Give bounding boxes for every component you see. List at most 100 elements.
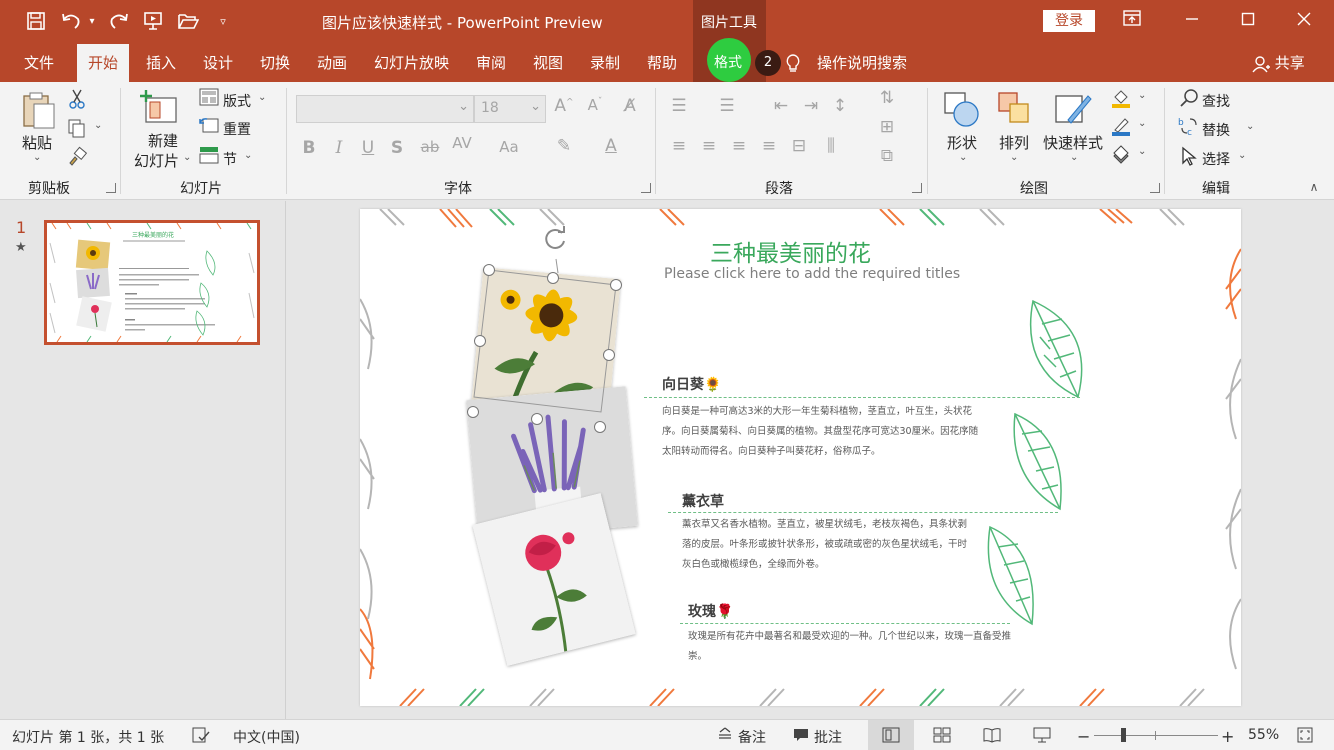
font-size-combo[interactable]: 18 ⌄ — [474, 95, 546, 123]
numbering-icon[interactable]: ☰ — [716, 96, 738, 116]
shapes-icon[interactable] — [942, 90, 982, 128]
zoom-in-icon[interactable]: + — [1221, 727, 1234, 746]
format-painter-icon[interactable] — [66, 146, 88, 171]
font-launcher-icon[interactable] — [641, 183, 651, 193]
tab-file[interactable]: 文件 — [24, 44, 54, 82]
justify-icon[interactable]: ≡ — [758, 136, 780, 156]
arrange-label[interactable]: 排列 — [999, 132, 1029, 153]
strikethrough-icon[interactable]: ab — [418, 138, 442, 156]
layout-icon[interactable] — [198, 88, 220, 111]
arrange-icon[interactable] — [996, 90, 1034, 128]
section-dropdown-icon[interactable]: ⌄ — [244, 150, 252, 161]
language-indicator[interactable]: 中文(中国) — [233, 727, 300, 747]
slide-sorter-icon[interactable] — [933, 727, 951, 747]
replace-icon[interactable]: bc — [1178, 116, 1200, 141]
minimize-icon[interactable] — [1180, 10, 1204, 32]
section-body-lavender[interactable]: 薰衣草又名香水植物。茎直立，被星状绒毛，老枝灰褐色，具条状剥落的皮层。叶条形或披… — [682, 515, 972, 575]
replace-button[interactable]: 替换 — [1202, 120, 1230, 140]
bold-icon[interactable]: B — [300, 138, 318, 158]
tell-me-search[interactable]: 操作说明搜索 — [817, 44, 907, 82]
notes-button[interactable]: 备注 — [738, 727, 766, 747]
copy-icon[interactable] — [66, 118, 88, 143]
notes-icon[interactable] — [718, 727, 732, 745]
rotate-handle-icon[interactable] — [540, 223, 570, 253]
decrease-font-size-icon[interactable]: Aˇ — [584, 96, 606, 114]
copy-dropdown-icon[interactable]: ⌄ — [94, 120, 102, 131]
login-button[interactable]: 登录 — [1043, 10, 1095, 32]
drawing-launcher-icon[interactable] — [1150, 183, 1160, 193]
cut-scissors-icon[interactable] — [66, 88, 88, 115]
maximize-icon[interactable] — [1236, 10, 1260, 32]
paste-dropdown-icon[interactable]: ⌄ — [33, 152, 41, 163]
layout-dropdown-icon[interactable]: ⌄ — [258, 92, 266, 103]
new-slide-dropdown-icon[interactable]: ⌄ — [183, 152, 191, 163]
new-slide-label-2[interactable]: 幻灯片 — [134, 150, 179, 171]
shape-effects-dropdown-icon[interactable]: ⌄ — [1138, 146, 1146, 157]
select-cursor-icon[interactable] — [1178, 146, 1200, 171]
slideshow-view-icon[interactable] — [1033, 727, 1051, 747]
paste-label[interactable]: 粘贴 — [22, 132, 52, 153]
clear-formatting-icon[interactable]: A̸ — [618, 96, 642, 116]
tab-design[interactable]: 设计 — [203, 44, 233, 82]
underline-icon[interactable]: U — [359, 138, 377, 158]
tab-transitions[interactable]: 切换 — [260, 44, 290, 82]
shape-fill-dropdown-icon[interactable]: ⌄ — [1138, 90, 1146, 101]
distributed-icon[interactable]: ⊟ — [788, 136, 810, 156]
section-heading-rose[interactable]: 玫瑰🌹 — [688, 601, 733, 621]
resize-handle[interactable] — [467, 406, 479, 418]
paragraph-launcher-icon[interactable] — [912, 183, 922, 193]
line-spacing-icon[interactable]: ↕ — [829, 96, 851, 116]
tab-home[interactable]: 开始 — [77, 44, 130, 82]
increase-font-size-icon[interactable]: A^ — [553, 96, 575, 116]
undo-dropdown-icon[interactable]: ▾ — [86, 8, 98, 34]
comments-icon[interactable] — [793, 727, 809, 747]
decrease-indent-icon[interactable]: ⇤ — [770, 96, 792, 116]
share-button[interactable]: 共享 — [1252, 44, 1305, 82]
layout-button[interactable]: 版式 — [223, 91, 251, 111]
slide-subtitle[interactable]: Please click here to add the required ti… — [664, 266, 960, 282]
align-center-icon[interactable]: ≡ — [698, 136, 720, 156]
bullets-icon[interactable]: ☰ — [668, 96, 690, 116]
tab-review[interactable]: 审阅 — [476, 44, 506, 82]
ribbon-display-options-icon[interactable] — [1120, 10, 1144, 32]
section-icon[interactable] — [198, 146, 220, 169]
font-name-combo[interactable]: ⌄ — [296, 95, 474, 123]
collapse-ribbon-icon[interactable]: ∧ — [1306, 180, 1322, 194]
section-heading-sunflower[interactable]: 向日葵🌻 — [662, 374, 721, 394]
align-right-icon[interactable]: ≡ — [728, 136, 750, 156]
find-button[interactable]: 查找 — [1202, 91, 1230, 111]
save-icon[interactable] — [24, 8, 48, 34]
tab-animations[interactable]: 动画 — [317, 44, 347, 82]
text-shadow-icon[interactable]: S — [388, 138, 406, 158]
section-button[interactable]: 节 — [223, 149, 237, 169]
shapes-dropdown-icon[interactable]: ⌄ — [959, 152, 967, 163]
columns-icon[interactable]: ⫼ — [820, 136, 842, 156]
zoom-out-icon[interactable]: − — [1077, 727, 1090, 746]
select-dropdown-icon[interactable]: ⌄ — [1238, 150, 1246, 161]
resize-handle[interactable] — [610, 279, 622, 291]
shape-outline-icon[interactable] — [1110, 116, 1132, 141]
select-button[interactable]: 选择 — [1202, 149, 1230, 169]
shape-outline-dropdown-icon[interactable]: ⌄ — [1138, 118, 1146, 129]
replace-dropdown-icon[interactable]: ⌄ — [1246, 121, 1254, 132]
find-icon[interactable] — [1178, 88, 1200, 113]
shapes-label[interactable]: 形状 — [947, 132, 977, 153]
normal-view-icon[interactable] — [868, 720, 914, 750]
new-slide-label[interactable]: 新建 — [148, 130, 178, 151]
font-color-icon[interactable]: A — [600, 136, 622, 156]
present-from-beginning-icon[interactable] — [141, 8, 165, 34]
paste-clipboard-icon[interactable] — [18, 90, 58, 130]
resize-handle[interactable] — [547, 272, 559, 284]
resize-handle[interactable] — [531, 413, 543, 425]
open-folder-icon[interactable] — [176, 8, 200, 34]
slide-canvas[interactable]: 三种最美丽的花 Please click here to add the req… — [360, 209, 1241, 706]
shape-fill-icon[interactable] — [1110, 88, 1132, 113]
zoom-slider-thumb[interactable] — [1121, 728, 1126, 742]
accessibility-icon[interactable] — [192, 727, 210, 747]
customize-qat-icon[interactable]: ▿ — [215, 8, 231, 34]
quick-styles-dropdown-icon[interactable]: ⌄ — [1070, 152, 1078, 163]
resize-handle[interactable] — [474, 335, 486, 347]
tab-insert[interactable]: 插入 — [146, 44, 176, 82]
align-text-icon[interactable]: ⊞ — [876, 117, 898, 137]
tab-slideshow[interactable]: 幻灯片放映 — [374, 44, 449, 82]
